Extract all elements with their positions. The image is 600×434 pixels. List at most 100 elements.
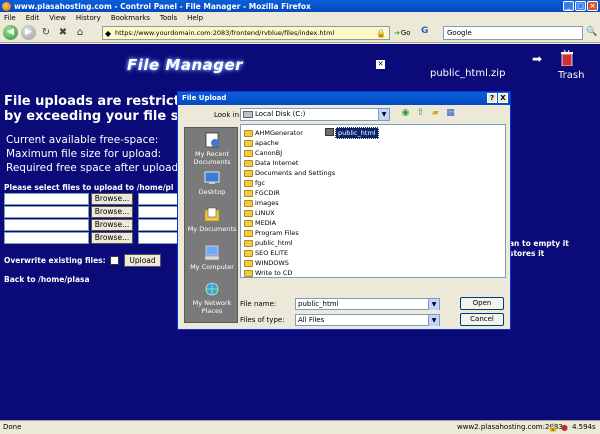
file-input[interactable] [4, 206, 89, 218]
folder-item[interactable]: Documents and Settings [244, 168, 335, 178]
folder-icon [244, 180, 253, 187]
zip-file-label[interactable]: public_html.zip [430, 68, 505, 79]
browse-button[interactable]: Browse... [91, 232, 133, 244]
folder-item[interactable]: AHMGenerator [244, 128, 303, 138]
menu-file[interactable]: File [4, 14, 16, 22]
file-input[interactable] [4, 219, 89, 231]
reload-icon[interactable]: ↻ [39, 26, 53, 40]
file-row: Browse... [4, 219, 133, 231]
minimize-button[interactable]: _ [563, 1, 574, 11]
browse-button[interactable]: Browse... [91, 206, 133, 218]
desktop-icon [204, 171, 220, 184]
place-network[interactable]: My Network Places [185, 281, 239, 315]
stop-icon[interactable]: ✖ [56, 26, 70, 40]
url-text: https://www.yourdomain.com:2083/frontend… [115, 29, 335, 37]
status-host: www2.plasahosting.com:2083 [457, 423, 563, 431]
folder-icon [244, 210, 253, 217]
folder-icon [244, 250, 253, 257]
forward-button[interactable]: ▶ [21, 25, 36, 40]
new-folder-icon[interactable]: ▰ [430, 108, 441, 119]
browse-button[interactable]: Browse... [91, 193, 133, 205]
chevron-down-icon[interactable]: ▼ [428, 315, 439, 326]
look-in-label: Look in: [214, 111, 242, 119]
file-upload-dialog: File Upload ? X Look in: Local Disk (C:)… [177, 91, 511, 330]
menu-tools[interactable]: Tools [160, 14, 177, 22]
folder-item[interactable]: SEO ELITE [244, 248, 288, 258]
folder-label: FGCDIR [255, 189, 280, 197]
folder-label: SEO ELITE [255, 249, 289, 257]
place-label: My Documents [187, 225, 237, 233]
folder-item[interactable]: Program Files [244, 228, 299, 238]
folder-icon [244, 160, 253, 167]
folder-item[interactable]: apache [244, 138, 279, 148]
back-link[interactable]: Back to /home/plasa [4, 275, 90, 284]
up-folder-icon[interactable]: ⇧ [415, 108, 426, 119]
required-space-label: Required free space after upload: [6, 162, 182, 174]
look-in-select[interactable]: Local Disk (C:) ▼ [240, 108, 390, 121]
chevron-down-icon[interactable]: ▼ [378, 109, 389, 120]
back-icon[interactable]: ◉ [400, 108, 411, 119]
place-desktop[interactable]: Desktop [185, 170, 239, 196]
folder-label: WINDOWS [255, 259, 289, 267]
google-search-icon[interactable]: G [421, 26, 428, 36]
folder-item[interactable]: WINDOWS [244, 258, 289, 268]
maximize-button[interactable]: □ [575, 1, 586, 11]
go-button[interactable]: ➔Go [394, 26, 411, 40]
place-my-computer[interactable]: My Computer [185, 245, 239, 271]
folder-label: public_html [255, 239, 293, 247]
place-my-documents[interactable]: My Documents [185, 207, 239, 233]
folder-item[interactable]: Data Internet [244, 158, 298, 168]
folder-item[interactable]: MEDIA [244, 218, 276, 228]
home-icon[interactable]: ⌂ [73, 26, 87, 40]
folder-label: Documents and Settings [255, 169, 336, 177]
browse-button[interactable]: Browse... [91, 219, 133, 231]
extension-icon[interactable]: ● [561, 423, 570, 432]
folder-item[interactable]: LINUX [244, 208, 275, 218]
dialog-close-button[interactable]: X [498, 93, 508, 103]
search-go-icon[interactable]: 🔍 [586, 27, 597, 37]
back-button[interactable]: ◀ [3, 25, 18, 40]
file-input[interactable] [4, 193, 89, 205]
menu-edit[interactable]: Edit [26, 14, 40, 22]
look-in-value: Local Disk (C:) [255, 110, 306, 118]
folder-item[interactable]: images [244, 198, 279, 208]
close-icon[interactable]: ✕ [376, 60, 385, 69]
folder-icon [244, 200, 253, 207]
help-button[interactable]: ? [487, 93, 497, 103]
trash-icon[interactable] [560, 50, 574, 66]
folder-item[interactable]: FGCDIR [244, 188, 280, 198]
close-window-button[interactable]: × [587, 1, 598, 11]
menu-history[interactable]: History [76, 14, 101, 22]
folder-item[interactable]: CanonBJ [244, 148, 282, 158]
menu-bookmarks[interactable]: Bookmarks [111, 14, 150, 22]
overwrite-label: Overwrite existing files: [4, 256, 106, 265]
menu-help[interactable]: Help [187, 14, 203, 22]
folder-item[interactable]: public_html [244, 238, 293, 248]
my-computer-icon [204, 245, 220, 261]
folder-icon [244, 270, 253, 277]
my-documents-icon [204, 207, 220, 222]
drive-icon [243, 111, 253, 118]
arrow-right-icon[interactable]: ➡ [532, 52, 542, 66]
chevron-down-icon[interactable]: ▼ [428, 299, 439, 310]
file-row: Browse... [4, 206, 133, 218]
file-name-input[interactable]: public_html ▼ [295, 298, 440, 310]
lock-icon[interactable]: 🔒 [548, 423, 558, 432]
folder-item[interactable]: fgc [244, 178, 265, 188]
place-recent-documents[interactable]: My Recent Documents [185, 132, 239, 166]
folder-item[interactable]: Write to CD [244, 268, 292, 278]
trash-label[interactable]: Trash [558, 70, 584, 81]
overwrite-checkbox[interactable] [110, 256, 119, 265]
file-input[interactable] [4, 232, 89, 244]
status-load-time: 4.594s [572, 423, 596, 431]
file-type-select[interactable]: All Files ▼ [295, 314, 440, 326]
upload-button[interactable]: Upload [124, 254, 161, 267]
menu-view[interactable]: View [49, 14, 66, 22]
cancel-button[interactable]: Cancel [460, 313, 504, 326]
folder-icon [244, 130, 253, 137]
views-icon[interactable]: ▦ [445, 108, 456, 119]
url-bar[interactable]: ◆ https://www.yourdomain.com:2083/fronte… [102, 26, 390, 40]
search-input[interactable]: Google [443, 26, 583, 40]
open-button[interactable]: Open [460, 297, 504, 310]
file-row: Browse... [4, 193, 133, 205]
